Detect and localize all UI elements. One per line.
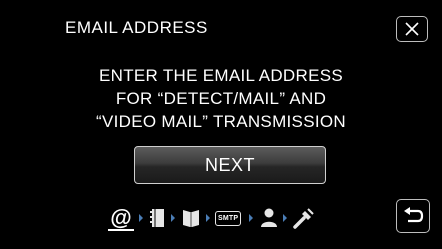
current-step-underline [108,229,134,231]
notebook-icon [150,209,164,227]
return-arrow-icon [404,207,424,223]
back-button[interactable] [396,199,430,233]
message-line-3: “VIDEO MAIL” TRANSMISSION [96,112,346,131]
step-arrow-icon [283,214,287,222]
page-title: EMAIL ADDRESS [65,18,208,37]
step-email-address-current: @ [108,203,134,233]
step-arrow-icon [249,214,253,222]
wrench-icon [293,208,314,229]
email-address-screen: EMAIL ADDRESS ENTER THE EMAIL ADDRESS FO… [0,0,442,249]
next-button[interactable]: NEXT [134,146,326,184]
book-icon [183,210,199,227]
at-icon: @ [110,205,132,230]
instruction-message: ENTER THE EMAIL ADDRESS FOR “DETECT/MAIL… [40,64,402,133]
step-arrow-icon [171,214,175,222]
user-icon [261,208,277,227]
smtp-icon: SMTP [215,211,242,226]
step-arrow-icon [139,214,143,222]
message-line-2: FOR “DETECT/MAIL” AND [115,89,327,108]
close-button[interactable] [396,16,428,42]
setup-progress-steps: @ SMTP [108,203,368,233]
message-line-1: ENTER THE EMAIL ADDRESS [98,66,343,85]
close-icon [405,22,419,36]
step-arrow-icon [206,214,210,222]
